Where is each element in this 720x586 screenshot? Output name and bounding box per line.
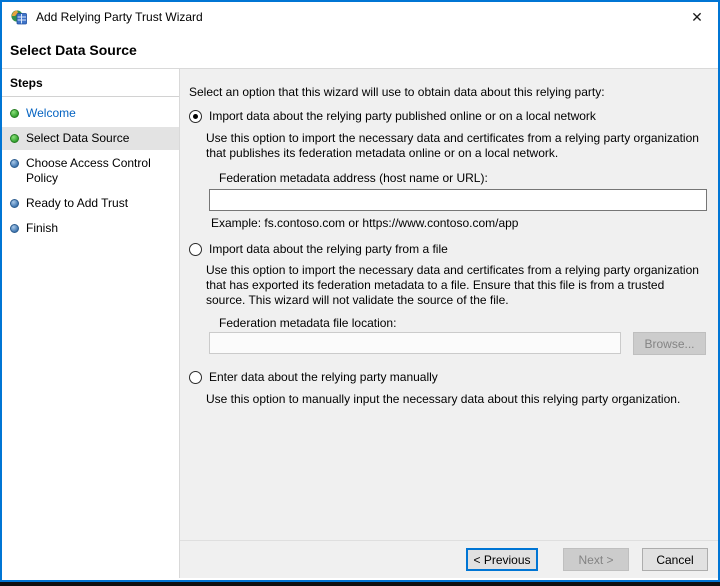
previous-button[interactable]: < Previous	[466, 548, 538, 571]
steps-list: Welcome Select Data Source Choose Access…	[2, 97, 179, 240]
step-item-welcome[interactable]: Welcome	[2, 102, 179, 125]
main-content: Select an option that this wizard will u…	[180, 69, 718, 540]
step-item-ready-to-add-trust: Ready to Add Trust	[2, 192, 179, 215]
step-label: Ready to Add Trust	[26, 196, 129, 210]
next-button: Next >	[563, 548, 629, 571]
page-header: Select Data Source	[2, 32, 718, 69]
option-file-description: Use this option to import the necessary …	[206, 263, 699, 307]
cancel-button[interactable]: Cancel	[642, 548, 708, 571]
footer-bar: < Previous Next > Cancel	[180, 540, 718, 578]
radio-import-online[interactable]: Import data about the relying party publ…	[189, 109, 706, 123]
step-item-choose-access-control-policy: Choose Access Control Policy	[2, 152, 179, 190]
radio-icon	[189, 242, 202, 256]
federation-metadata-file-input	[209, 332, 621, 354]
example-text: Example: fs.contoso.com or https://www.c…	[211, 216, 519, 230]
close-button[interactable]: ✕	[676, 2, 718, 32]
step-bullet-icon	[10, 134, 19, 143]
option-online-description: Use this option to import the necessary …	[206, 131, 699, 160]
radio-icon	[189, 109, 202, 123]
step-bullet-icon	[10, 224, 19, 233]
federation-metadata-file-label: Federation metadata file location:	[219, 316, 397, 330]
page-title: Select Data Source	[10, 42, 137, 58]
radio-enter-manually[interactable]: Enter data about the relying party manua…	[189, 370, 706, 384]
step-label: Select Data Source	[26, 131, 130, 145]
step-bullet-icon	[10, 199, 19, 208]
intro-text: Select an option that this wizard will u…	[189, 85, 605, 99]
window-shadow-strip	[0, 582, 720, 586]
radio-label: Import data about the relying party from…	[209, 242, 448, 256]
option-manual-description: Use this option to manually input the ne…	[206, 392, 681, 406]
radio-label: Import data about the relying party publ…	[209, 109, 596, 123]
wizard-window: Add Relying Party Trust Wizard ✕ Select …	[0, 0, 720, 582]
step-label: Welcome	[26, 106, 76, 120]
title-bar: Add Relying Party Trust Wizard ✕	[2, 2, 718, 32]
step-bullet-icon	[10, 159, 19, 168]
radio-label: Enter data about the relying party manua…	[209, 370, 438, 384]
step-item-select-data-source[interactable]: Select Data Source	[2, 127, 179, 150]
federation-metadata-address-input[interactable]	[209, 189, 707, 211]
app-icon	[11, 10, 27, 25]
window-title: Add Relying Party Trust Wizard	[36, 10, 203, 24]
federation-metadata-address-label: Federation metadata address (host name o…	[219, 171, 488, 185]
step-label: Choose Access Control Policy	[26, 156, 151, 185]
step-bullet-icon	[10, 109, 19, 118]
step-item-finish: Finish	[2, 217, 179, 240]
steps-title: Steps	[2, 69, 179, 97]
step-label: Finish	[26, 221, 59, 235]
radio-import-file[interactable]: Import data about the relying party from…	[189, 242, 706, 256]
browse-button: Browse...	[633, 332, 706, 355]
close-icon: ✕	[691, 9, 703, 25]
radio-icon	[189, 370, 202, 384]
steps-sidebar: Steps Welcome Select Data Source Choose …	[2, 69, 180, 578]
